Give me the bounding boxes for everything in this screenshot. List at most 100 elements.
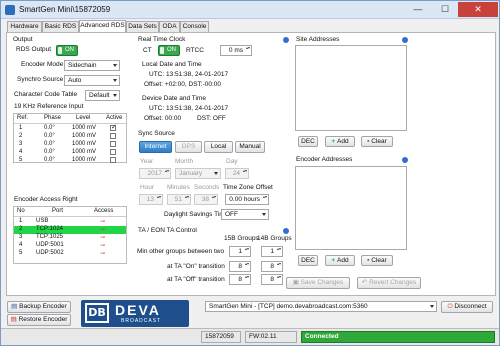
day-spinner[interactable]: 24: [225, 168, 249, 179]
synchro-source-select[interactable]: Auto: [64, 75, 120, 86]
tab-data-sets[interactable]: Data Sets: [126, 21, 159, 32]
output-section-title: Output: [13, 36, 33, 43]
ref-cell: 4: [19, 149, 23, 155]
rtcc-label: RTCC: [186, 47, 204, 54]
dst-select[interactable]: OFF: [221, 209, 269, 220]
year-spinner[interactable]: 2017: [139, 168, 171, 179]
tab-hardware[interactable]: Hardware: [7, 21, 42, 32]
table-row[interactable]: 4 UDP:5001 ⊸: [14, 242, 126, 250]
minutes-label: Minutes: [167, 184, 190, 191]
hour-spinner[interactable]: 13: [139, 194, 163, 205]
level-cell: 1000 mV: [72, 149, 97, 155]
site-dec-button[interactable]: DEC: [298, 136, 318, 147]
info-icon[interactable]: [283, 228, 289, 234]
col-level: Level: [76, 115, 91, 121]
reference-input-table: Ref. Phase Level Active 1 0.0° 1000 mV 2…: [13, 113, 127, 163]
divider: [14, 216, 126, 217]
backup-encoder-button[interactable]: ▤ Backup Encoder: [7, 301, 71, 313]
select-value: Auto: [68, 77, 82, 84]
ta-section-title: TA / EON TA Control: [138, 227, 197, 234]
revert-changes-button[interactable]: ↶ Revert Changes: [357, 277, 421, 289]
tab-oda[interactable]: ODA: [159, 21, 180, 32]
ta-15b-spinner[interactable]: 1: [229, 246, 251, 257]
table-row: 4 0.0° 1000 mV: [14, 149, 126, 157]
encoder-addresses-title: Encoder Addresses: [296, 156, 353, 163]
table-row: 2 0.0° 1000 mV: [14, 133, 126, 141]
toggle-text: ON: [167, 47, 176, 53]
button-label: Add: [337, 138, 349, 145]
restore-encoder-button[interactable]: ▤ Restore Encoder: [7, 314, 71, 326]
active-checkbox[interactable]: [110, 149, 116, 155]
connection-select[interactable]: SmartGen Mini - [TCP] demo.devabroadcast…: [205, 301, 437, 312]
encoder-clear-button[interactable]: ▪ Clear: [361, 255, 393, 266]
col-ref: Ref.: [17, 115, 29, 121]
site-add-button[interactable]: + Add: [325, 136, 355, 147]
save-icon: ▣: [292, 279, 301, 286]
ref-input-label: 19 KHz Reference Input: [14, 103, 84, 110]
tz-offset-spinner[interactable]: 0.00 hours: [225, 194, 269, 205]
info-icon[interactable]: [402, 37, 408, 43]
ta-14b-spinner[interactable]: 1: [261, 246, 283, 257]
serial-number: 15872059: [201, 331, 241, 343]
key-icon: ⊸: [100, 243, 106, 249]
table-row-selected[interactable]: 2 TCP:1024 ⊸: [14, 226, 126, 234]
char-table-select[interactable]: Default: [85, 90, 120, 101]
ref-cell: 5: [19, 157, 23, 163]
ta-14b-spinner[interactable]: 8: [261, 274, 283, 285]
select-value: Default: [89, 92, 110, 99]
connection-status: Connected: [301, 331, 495, 343]
level-cell: 1000 mV: [72, 125, 97, 131]
button-label: Restore Encoder: [18, 316, 68, 323]
col-15b-label: 15B Groups: [224, 235, 259, 242]
divider: [14, 123, 126, 124]
synchro-source-label: Synchro Source: [17, 76, 64, 83]
internet-button[interactable]: Internet: [139, 141, 172, 153]
encoder-dec-button[interactable]: DEC: [298, 255, 318, 266]
button-label: Disconnect: [454, 303, 487, 310]
tab-basic-rds[interactable]: Basic RDS: [42, 21, 79, 32]
bottom-toolbar: ▤ Backup Encoder ▤ Restore Encoder Smart…: [1, 298, 499, 328]
site-clear-button[interactable]: ▪ Clear: [361, 136, 393, 147]
info-icon[interactable]: [402, 157, 408, 163]
close-button[interactable]: ✕: [458, 2, 498, 17]
save-changes-button[interactable]: ▣ Save Changes: [286, 277, 350, 289]
ct-toggle[interactable]: ON: [158, 45, 180, 56]
rds-output-toggle[interactable]: ON: [56, 45, 78, 56]
table-row[interactable]: 3 TCP:1025 ⊸: [14, 234, 126, 242]
col-no: No: [17, 208, 25, 214]
seconds-spinner[interactable]: 38: [194, 194, 218, 205]
ta-14b-spinner[interactable]: 8: [261, 261, 283, 272]
table-row[interactable]: 5 UDP:5002 ⊸: [14, 250, 126, 258]
encoder-add-button[interactable]: + Add: [325, 255, 355, 266]
no-cell: 3: [19, 234, 23, 240]
firmware-version: FW:02.11: [245, 331, 297, 343]
tab-console[interactable]: Console: [180, 21, 209, 32]
rtcc-spinner[interactable]: 0 ms: [220, 45, 252, 56]
info-icon[interactable]: [283, 37, 289, 43]
encoder-mode-select[interactable]: Sidechain: [64, 60, 120, 71]
disconnect-button[interactable]: ⏻ Disconnect: [441, 301, 493, 313]
ta-row-label: Min other groups between two: [137, 248, 225, 255]
active-checkbox[interactable]: [110, 123, 117, 131]
tab-advanced-rds[interactable]: Advanced RDS: [79, 20, 126, 32]
ta-15b-spinner[interactable]: 8: [229, 274, 251, 285]
site-addresses-list[interactable]: [295, 45, 407, 131]
minutes-spinner[interactable]: 51: [167, 194, 191, 205]
rtc-section-title: Real Time Clock: [138, 36, 186, 43]
active-checkbox[interactable]: [110, 157, 116, 163]
minimize-button[interactable]: —: [405, 2, 431, 17]
encoder-addresses-list[interactable]: [295, 166, 407, 250]
gps-button[interactable]: GPS: [175, 141, 202, 153]
encoder-access-table: No Port Access 1 USB ⊸ 2 TCP:1024 ⊸ 3 TC…: [13, 206, 127, 264]
local-button[interactable]: Local: [204, 141, 233, 153]
device-datetime-title: Device Date and Time: [142, 95, 206, 102]
seconds-label: Seconds: [194, 184, 220, 191]
table-row[interactable]: 1 USB ⊸: [14, 218, 126, 226]
month-select[interactable]: January: [175, 168, 221, 179]
manual-button[interactable]: Manual: [235, 141, 265, 153]
phase-cell: 0.0°: [44, 141, 55, 147]
maximize-button[interactable]: ☐: [432, 2, 458, 17]
active-checkbox[interactable]: [110, 133, 116, 139]
ta-15b-spinner[interactable]: 8: [229, 261, 251, 272]
active-checkbox[interactable]: [110, 141, 116, 147]
